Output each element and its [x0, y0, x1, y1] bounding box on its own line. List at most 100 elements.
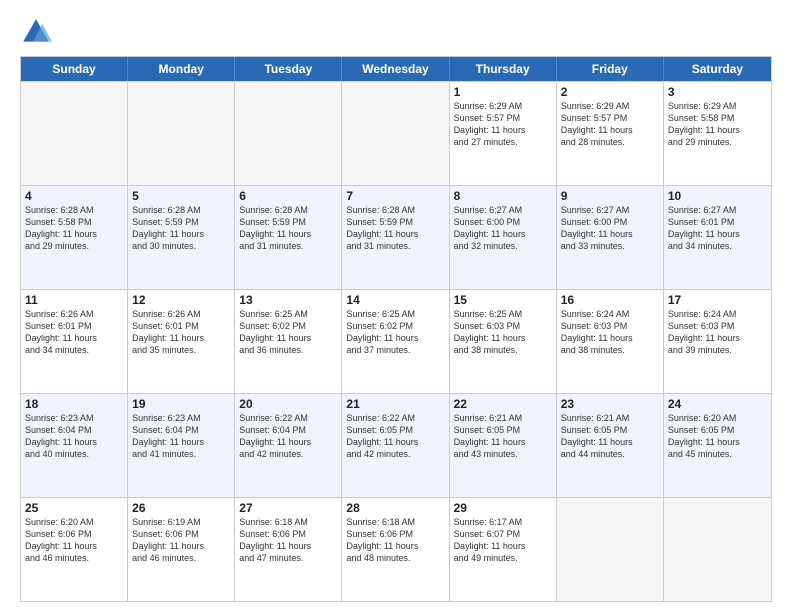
cell-date-number: 29: [454, 501, 552, 515]
weekday-header: Friday: [557, 57, 664, 81]
cell-date-number: 3: [668, 85, 767, 99]
cell-date-number: 16: [561, 293, 659, 307]
cell-sun-info: Sunrise: 6:19 AM Sunset: 6:06 PM Dayligh…: [132, 516, 230, 565]
cell-sun-info: Sunrise: 6:22 AM Sunset: 6:04 PM Dayligh…: [239, 412, 337, 461]
cell-sun-info: Sunrise: 6:25 AM Sunset: 6:03 PM Dayligh…: [454, 308, 552, 357]
cell-date-number: 10: [668, 189, 767, 203]
cell-sun-info: Sunrise: 6:29 AM Sunset: 5:57 PM Dayligh…: [561, 100, 659, 149]
cell-date-number: 7: [346, 189, 444, 203]
cell-date-number: 25: [25, 501, 123, 515]
cell-date-number: 11: [25, 293, 123, 307]
cell-date-number: 21: [346, 397, 444, 411]
cell-date-number: 26: [132, 501, 230, 515]
calendar-cell: 15Sunrise: 6:25 AM Sunset: 6:03 PM Dayli…: [450, 290, 557, 393]
cell-sun-info: Sunrise: 6:27 AM Sunset: 6:00 PM Dayligh…: [561, 204, 659, 253]
calendar-cell: [235, 82, 342, 185]
calendar-cell: 21Sunrise: 6:22 AM Sunset: 6:05 PM Dayli…: [342, 394, 449, 497]
weekday-header: Wednesday: [342, 57, 449, 81]
cell-sun-info: Sunrise: 6:21 AM Sunset: 6:05 PM Dayligh…: [561, 412, 659, 461]
calendar-cell: 27Sunrise: 6:18 AM Sunset: 6:06 PM Dayli…: [235, 498, 342, 601]
calendar-cell: 13Sunrise: 6:25 AM Sunset: 6:02 PM Dayli…: [235, 290, 342, 393]
cell-sun-info: Sunrise: 6:20 AM Sunset: 6:06 PM Dayligh…: [25, 516, 123, 565]
calendar-row: 11Sunrise: 6:26 AM Sunset: 6:01 PM Dayli…: [21, 289, 771, 393]
calendar-cell: 23Sunrise: 6:21 AM Sunset: 6:05 PM Dayli…: [557, 394, 664, 497]
cell-date-number: 8: [454, 189, 552, 203]
cell-date-number: 15: [454, 293, 552, 307]
cell-sun-info: Sunrise: 6:22 AM Sunset: 6:05 PM Dayligh…: [346, 412, 444, 461]
calendar-cell: 26Sunrise: 6:19 AM Sunset: 6:06 PM Dayli…: [128, 498, 235, 601]
cell-sun-info: Sunrise: 6:27 AM Sunset: 6:00 PM Dayligh…: [454, 204, 552, 253]
weekday-header: Thursday: [450, 57, 557, 81]
calendar-cell: 14Sunrise: 6:25 AM Sunset: 6:02 PM Dayli…: [342, 290, 449, 393]
cell-sun-info: Sunrise: 6:18 AM Sunset: 6:06 PM Dayligh…: [346, 516, 444, 565]
cell-sun-info: Sunrise: 6:24 AM Sunset: 6:03 PM Dayligh…: [668, 308, 767, 357]
cell-sun-info: Sunrise: 6:28 AM Sunset: 5:59 PM Dayligh…: [346, 204, 444, 253]
cell-sun-info: Sunrise: 6:25 AM Sunset: 6:02 PM Dayligh…: [346, 308, 444, 357]
calendar-cell: 11Sunrise: 6:26 AM Sunset: 6:01 PM Dayli…: [21, 290, 128, 393]
cell-date-number: 27: [239, 501, 337, 515]
calendar-cell: 1Sunrise: 6:29 AM Sunset: 5:57 PM Daylig…: [450, 82, 557, 185]
cell-sun-info: Sunrise: 6:29 AM Sunset: 5:57 PM Dayligh…: [454, 100, 552, 149]
cell-sun-info: Sunrise: 6:28 AM Sunset: 5:59 PM Dayligh…: [132, 204, 230, 253]
cell-sun-info: Sunrise: 6:20 AM Sunset: 6:05 PM Dayligh…: [668, 412, 767, 461]
logo-icon: [20, 16, 52, 48]
calendar-cell: 7Sunrise: 6:28 AM Sunset: 5:59 PM Daylig…: [342, 186, 449, 289]
calendar-row: 25Sunrise: 6:20 AM Sunset: 6:06 PM Dayli…: [21, 497, 771, 601]
calendar-cell: [342, 82, 449, 185]
cell-sun-info: Sunrise: 6:26 AM Sunset: 6:01 PM Dayligh…: [25, 308, 123, 357]
weekday-header: Monday: [128, 57, 235, 81]
cell-sun-info: Sunrise: 6:18 AM Sunset: 6:06 PM Dayligh…: [239, 516, 337, 565]
cell-sun-info: Sunrise: 6:29 AM Sunset: 5:58 PM Dayligh…: [668, 100, 767, 149]
calendar-body: 1Sunrise: 6:29 AM Sunset: 5:57 PM Daylig…: [21, 81, 771, 601]
calendar-cell: [21, 82, 128, 185]
cell-date-number: 1: [454, 85, 552, 99]
cell-sun-info: Sunrise: 6:23 AM Sunset: 6:04 PM Dayligh…: [25, 412, 123, 461]
cell-date-number: 5: [132, 189, 230, 203]
calendar-cell: 25Sunrise: 6:20 AM Sunset: 6:06 PM Dayli…: [21, 498, 128, 601]
cell-sun-info: Sunrise: 6:26 AM Sunset: 6:01 PM Dayligh…: [132, 308, 230, 357]
cell-sun-info: Sunrise: 6:23 AM Sunset: 6:04 PM Dayligh…: [132, 412, 230, 461]
calendar-row: 4Sunrise: 6:28 AM Sunset: 5:58 PM Daylig…: [21, 185, 771, 289]
cell-date-number: 2: [561, 85, 659, 99]
calendar-cell: 28Sunrise: 6:18 AM Sunset: 6:06 PM Dayli…: [342, 498, 449, 601]
weekday-header: Saturday: [664, 57, 771, 81]
cell-sun-info: Sunrise: 6:27 AM Sunset: 6:01 PM Dayligh…: [668, 204, 767, 253]
calendar-cell: 12Sunrise: 6:26 AM Sunset: 6:01 PM Dayli…: [128, 290, 235, 393]
calendar-cell: 19Sunrise: 6:23 AM Sunset: 6:04 PM Dayli…: [128, 394, 235, 497]
calendar-cell: 5Sunrise: 6:28 AM Sunset: 5:59 PM Daylig…: [128, 186, 235, 289]
calendar-cell: 20Sunrise: 6:22 AM Sunset: 6:04 PM Dayli…: [235, 394, 342, 497]
calendar-cell: 16Sunrise: 6:24 AM Sunset: 6:03 PM Dayli…: [557, 290, 664, 393]
calendar-cell: 24Sunrise: 6:20 AM Sunset: 6:05 PM Dayli…: [664, 394, 771, 497]
cell-date-number: 24: [668, 397, 767, 411]
cell-date-number: 12: [132, 293, 230, 307]
cell-sun-info: Sunrise: 6:28 AM Sunset: 5:59 PM Dayligh…: [239, 204, 337, 253]
cell-date-number: 6: [239, 189, 337, 203]
cell-date-number: 14: [346, 293, 444, 307]
calendar-cell: 9Sunrise: 6:27 AM Sunset: 6:00 PM Daylig…: [557, 186, 664, 289]
calendar-cell: [664, 498, 771, 601]
cell-date-number: 9: [561, 189, 659, 203]
page: SundayMondayTuesdayWednesdayThursdayFrid…: [0, 0, 792, 612]
cell-date-number: 4: [25, 189, 123, 203]
cell-date-number: 18: [25, 397, 123, 411]
calendar-header: SundayMondayTuesdayWednesdayThursdayFrid…: [21, 57, 771, 81]
calendar-cell: 8Sunrise: 6:27 AM Sunset: 6:00 PM Daylig…: [450, 186, 557, 289]
cell-date-number: 28: [346, 501, 444, 515]
cell-date-number: 20: [239, 397, 337, 411]
cell-date-number: 22: [454, 397, 552, 411]
calendar: SundayMondayTuesdayWednesdayThursdayFrid…: [20, 56, 772, 602]
cell-date-number: 19: [132, 397, 230, 411]
calendar-cell: [557, 498, 664, 601]
cell-sun-info: Sunrise: 6:28 AM Sunset: 5:58 PM Dayligh…: [25, 204, 123, 253]
cell-sun-info: Sunrise: 6:24 AM Sunset: 6:03 PM Dayligh…: [561, 308, 659, 357]
header: [20, 16, 772, 48]
cell-date-number: 13: [239, 293, 337, 307]
calendar-cell: 4Sunrise: 6:28 AM Sunset: 5:58 PM Daylig…: [21, 186, 128, 289]
calendar-row: 18Sunrise: 6:23 AM Sunset: 6:04 PM Dayli…: [21, 393, 771, 497]
calendar-cell: 3Sunrise: 6:29 AM Sunset: 5:58 PM Daylig…: [664, 82, 771, 185]
weekday-header: Tuesday: [235, 57, 342, 81]
logo: [20, 16, 56, 48]
calendar-cell: 10Sunrise: 6:27 AM Sunset: 6:01 PM Dayli…: [664, 186, 771, 289]
cell-sun-info: Sunrise: 6:21 AM Sunset: 6:05 PM Dayligh…: [454, 412, 552, 461]
calendar-cell: 29Sunrise: 6:17 AM Sunset: 6:07 PM Dayli…: [450, 498, 557, 601]
